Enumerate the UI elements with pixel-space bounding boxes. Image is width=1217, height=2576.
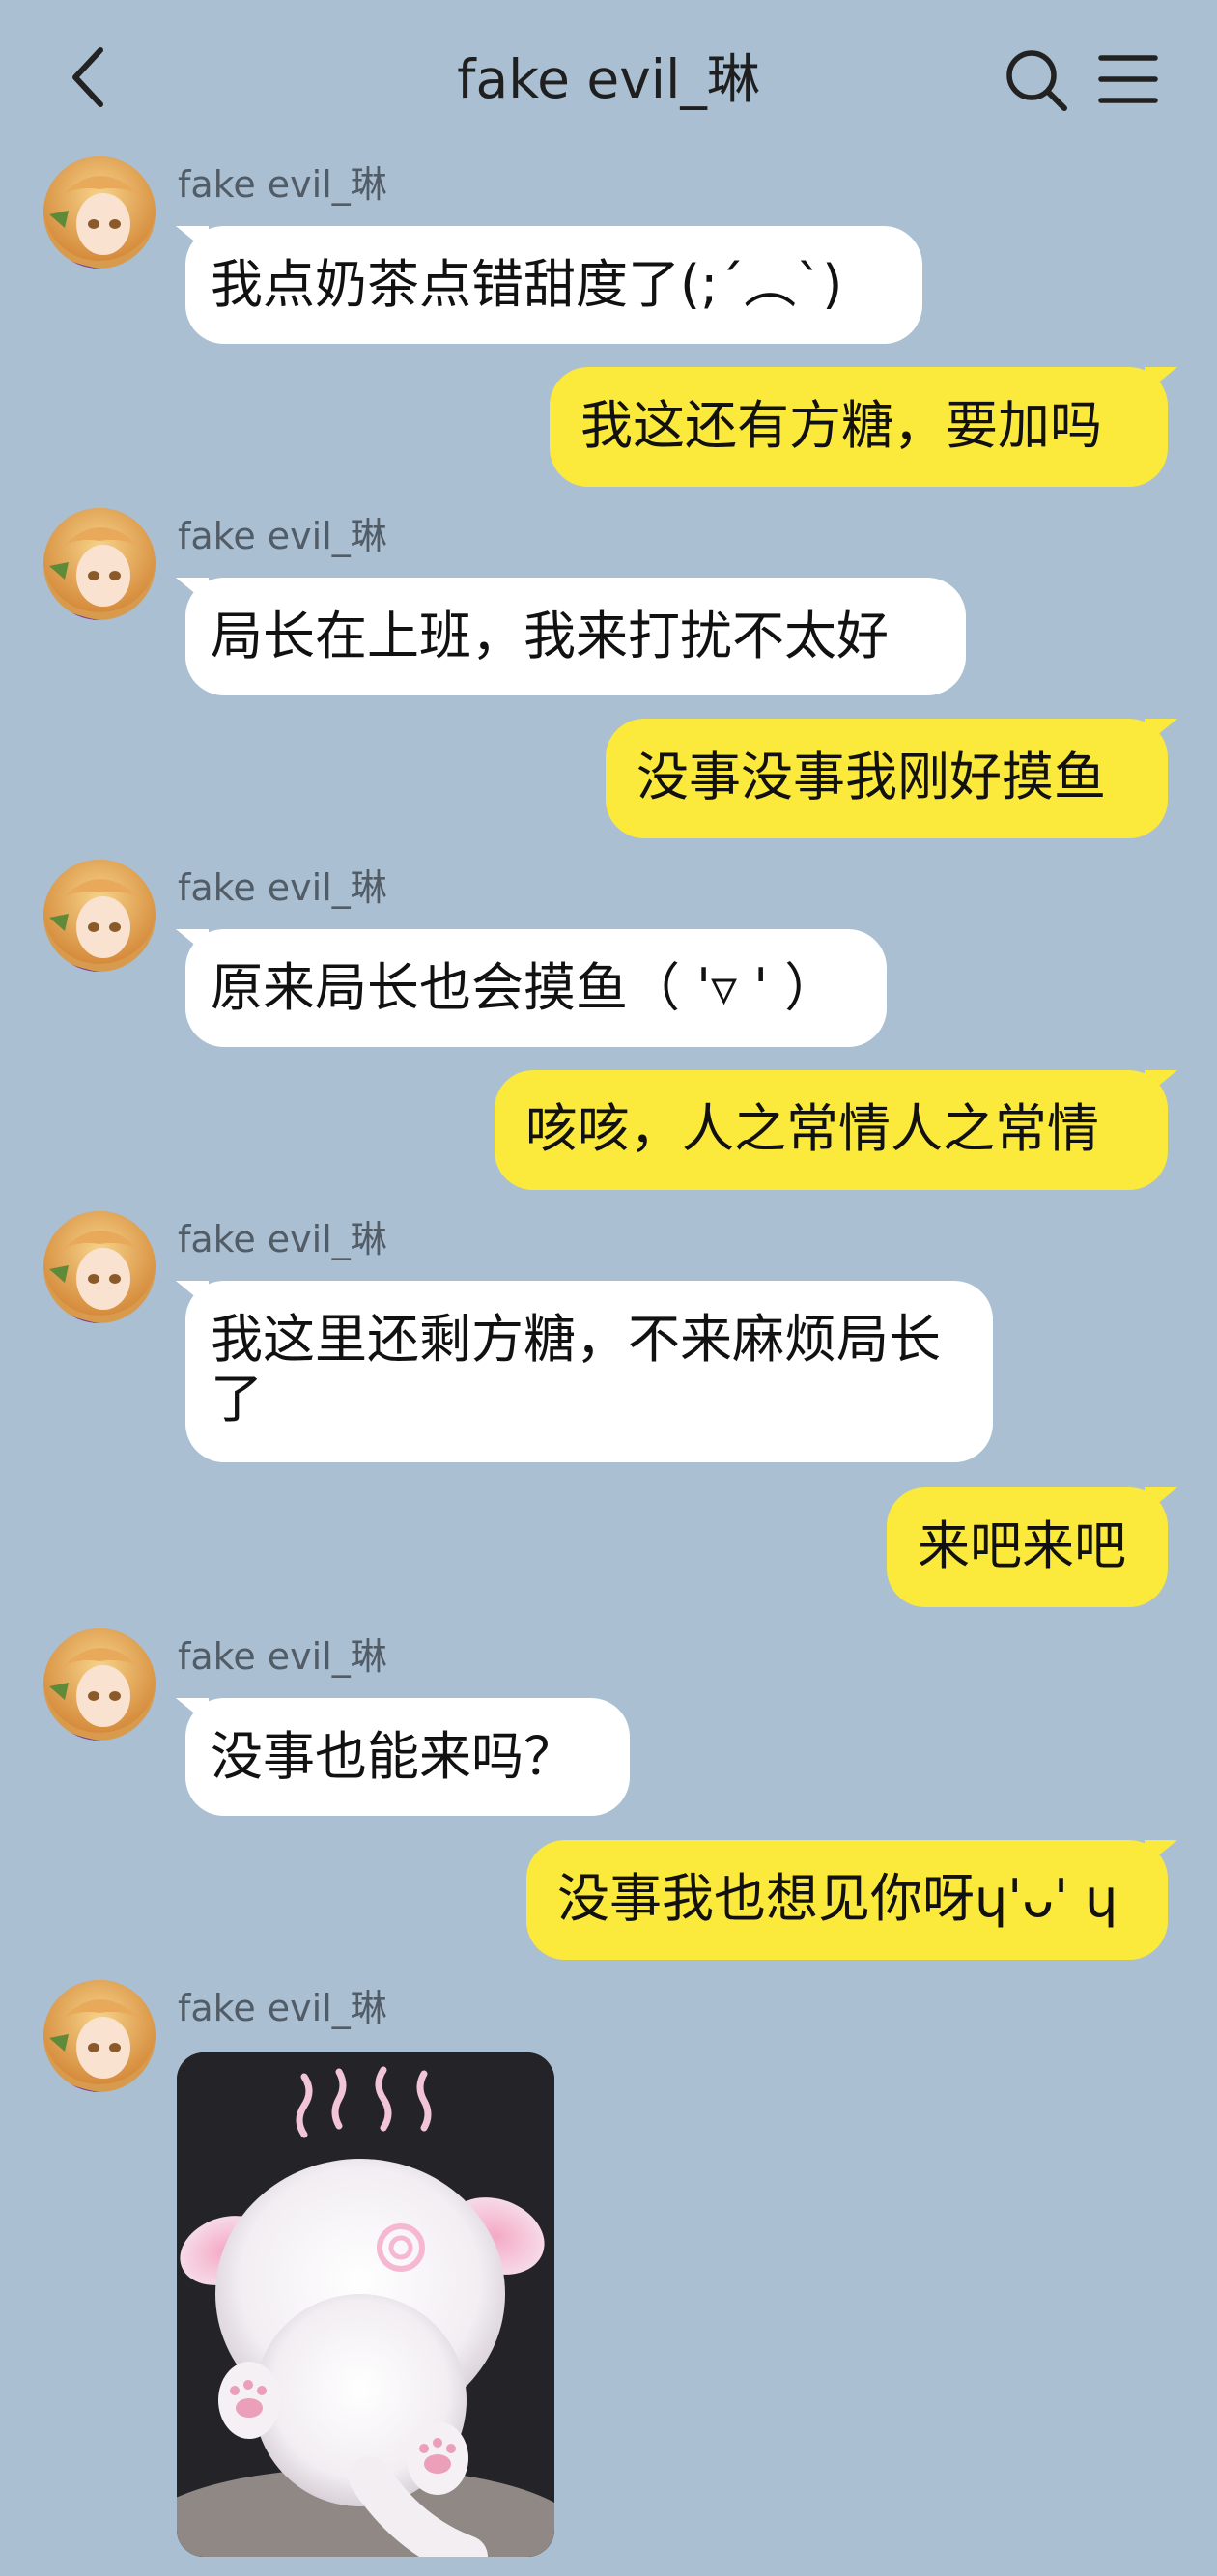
sender-name: fake evil_琳 — [178, 163, 387, 206]
sender-name: fake evil_琳 — [178, 1987, 387, 2029]
sender-name: fake evil_琳 — [178, 1218, 387, 1260]
white-kitten-sticker[interactable] — [177, 2052, 554, 2557]
avatar[interactable] — [43, 508, 156, 620]
outgoing-message-bubble[interactable]: 我这还有方糖，要加吗 — [550, 367, 1168, 487]
incoming-message-bubble[interactable]: 没事也能来吗？ — [185, 1698, 630, 1816]
sender-name: fake evil_琳 — [178, 866, 387, 909]
incoming-message-bubble[interactable]: 原来局长也会摸鱼（ '▿ ' ） — [185, 929, 887, 1047]
sender-name: fake evil_琳 — [178, 515, 387, 557]
menu-icon[interactable] — [1097, 52, 1159, 106]
avatar[interactable] — [43, 1628, 156, 1741]
incoming-message-bubble[interactable]: 我这里还剩方糖，不来麻烦局长了 — [185, 1281, 993, 1462]
incoming-message-bubble[interactable]: 我点奶茶点错甜度了(;´︵`) — [185, 226, 922, 344]
avatar[interactable] — [43, 156, 156, 269]
outgoing-message-bubble[interactable]: 没事我也想见你呀ɥ'ᴗ' ɥ — [526, 1840, 1168, 1960]
search-icon[interactable] — [1003, 46, 1070, 114]
outgoing-message-bubble[interactable]: 来吧来吧 — [887, 1487, 1168, 1607]
sender-name: fake evil_琳 — [178, 1635, 387, 1678]
avatar[interactable] — [43, 860, 156, 972]
outgoing-message-bubble[interactable]: 咳咳，人之常情人之常情 — [495, 1070, 1168, 1190]
outgoing-message-bubble[interactable]: 没事没事我刚好摸鱼 — [606, 719, 1168, 838]
avatar[interactable] — [43, 1980, 156, 2092]
incoming-message-bubble[interactable]: 局长在上班，我来打扰不太好 — [185, 578, 966, 695]
avatar[interactable] — [43, 1211, 156, 1323]
chat-header: fake evil_琳 — [0, 0, 1217, 155]
